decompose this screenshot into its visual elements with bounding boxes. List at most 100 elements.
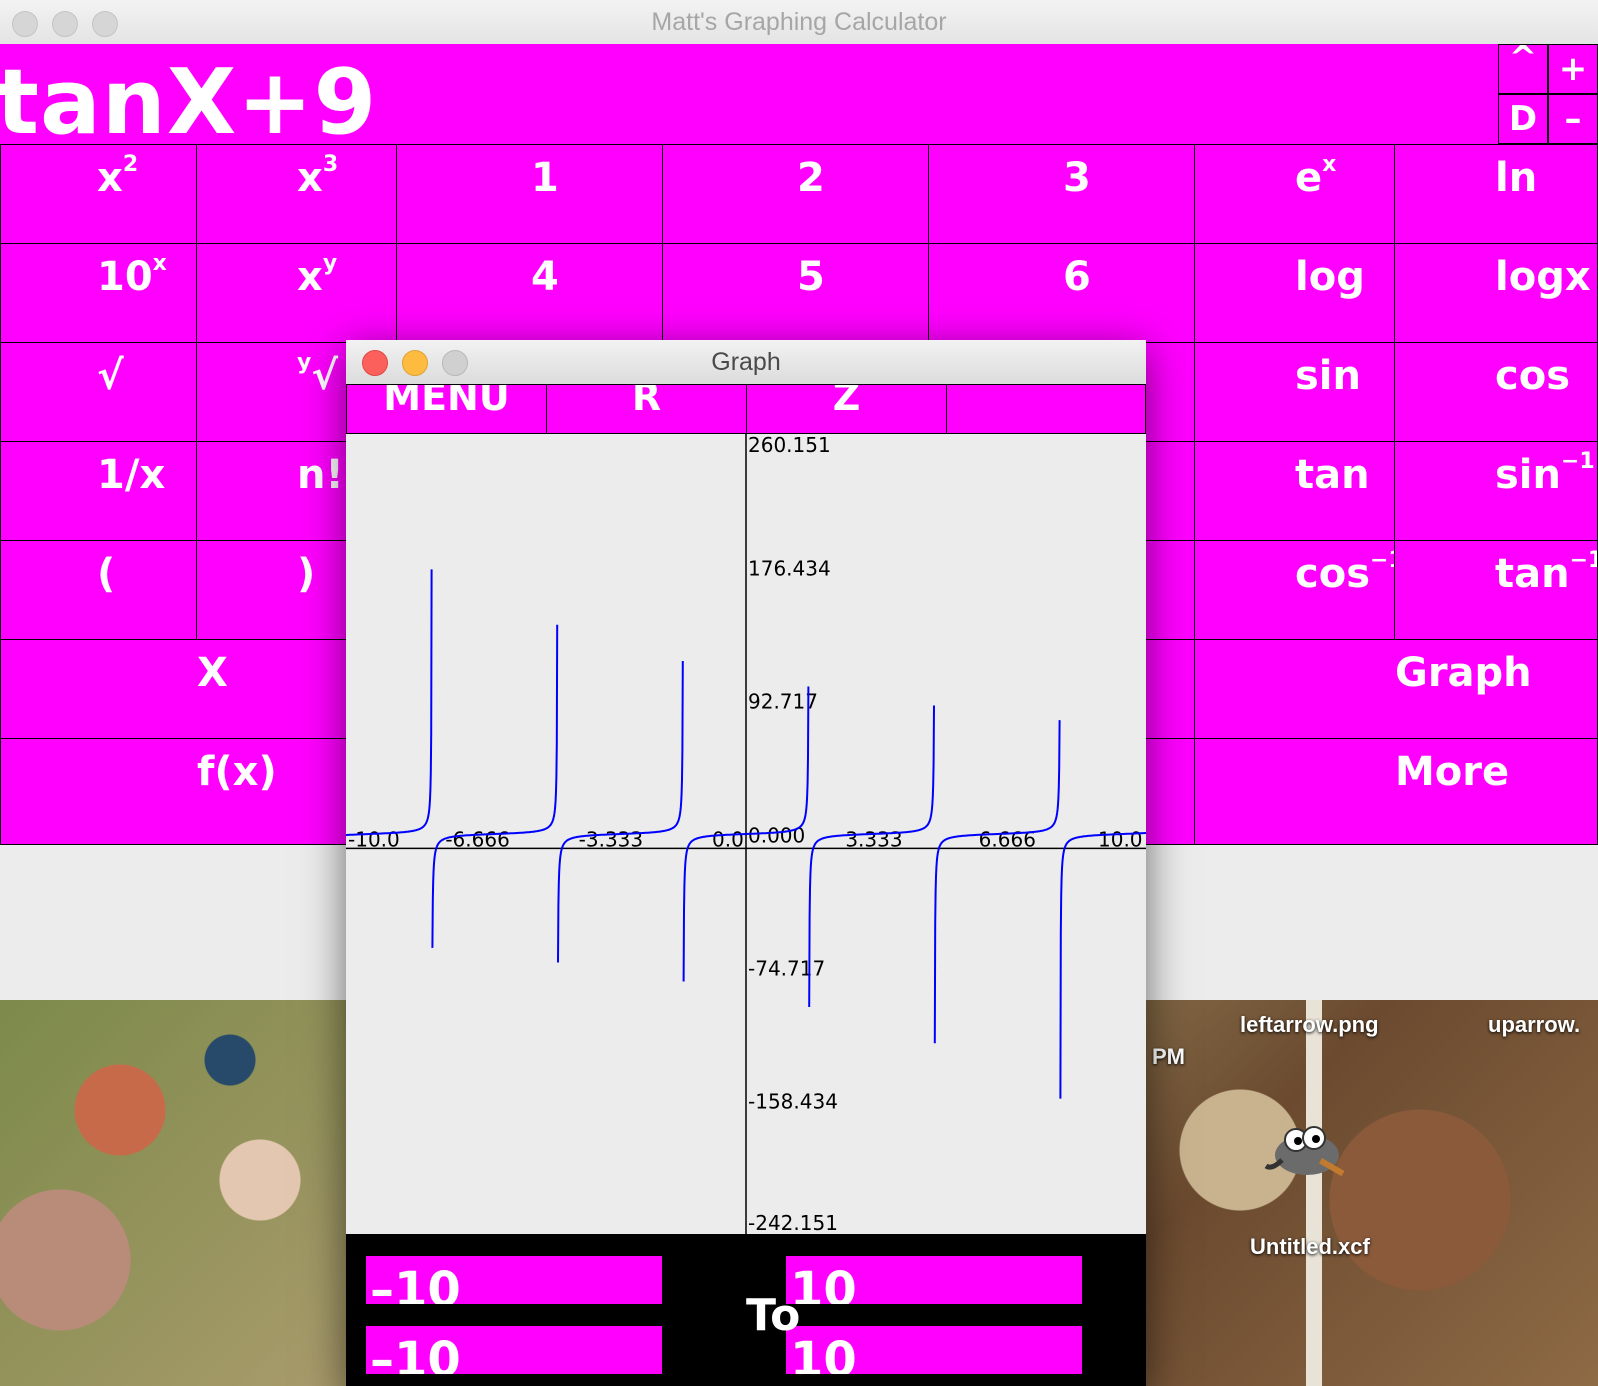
desktop-divider (1306, 1000, 1322, 1386)
key-label: tan (1295, 452, 1370, 498)
desktop-file-leftarrow[interactable]: leftarrow.png (1240, 1012, 1379, 1038)
window-titlebar: Matt's Graphing Calculator (0, 0, 1598, 45)
y-max-field[interactable]: 10 (786, 1326, 1082, 1374)
arccos-button[interactable]: cos−1 (1194, 540, 1395, 640)
minus-button[interactable]: – (1548, 94, 1598, 144)
graph-menu-button[interactable]: MENU (346, 384, 547, 434)
arctan-button[interactable]: tan−1 (1394, 540, 1598, 640)
key-label: sin (1295, 353, 1361, 399)
range-panel: –10 10 –10 10 To (346, 1234, 1146, 1386)
x-max-field[interactable]: 10 (786, 1256, 1082, 1304)
key-superscript: x (1322, 151, 1337, 177)
key-label: ) (297, 551, 316, 597)
x-tick-label: 10.0 (1098, 827, 1143, 851)
key-label: 1 (531, 155, 559, 201)
power-button[interactable]: ^ (1498, 44, 1548, 94)
y-tick-label: -242.151 (748, 1211, 838, 1234)
y-tick-label: -74.717 (748, 956, 825, 980)
key-label: More (1395, 749, 1510, 795)
x-power-y-button[interactable]: xy (196, 243, 397, 343)
to-label: To (746, 1290, 801, 1341)
digit-6-button[interactable]: 6 (928, 243, 1195, 343)
logx-button[interactable]: logx (1394, 243, 1598, 343)
key-superscript: 2 (122, 151, 139, 177)
more-button[interactable]: More (1194, 738, 1598, 845)
key-label: sin (1495, 452, 1561, 498)
graph-button[interactable]: Graph (1194, 639, 1598, 739)
ten-power-button[interactable]: 10x (0, 243, 197, 343)
digit-2-button[interactable]: 2 (662, 144, 929, 244)
graph-zoom-menu-button[interactable]: Z (746, 384, 947, 434)
plus-button[interactable]: + (1548, 44, 1598, 94)
key-label: √ (97, 353, 124, 399)
key-label: 5 (797, 254, 825, 300)
key-label: 3 (1063, 155, 1091, 201)
exp-button[interactable]: ex (1194, 144, 1395, 244)
key-label: n! (297, 452, 344, 498)
desktop-time-label: PM (1152, 1044, 1185, 1069)
graph-plot-area[interactable]: -10.0 -6.666 -3.333 0.0 3.333 6.666 10.0 260.15… (346, 434, 1146, 1234)
y-tick-label: -158.434 (748, 1090, 838, 1114)
key-label: ( (97, 551, 116, 597)
digit-1-button[interactable]: 1 (396, 144, 663, 244)
cos-button[interactable]: cos (1394, 342, 1598, 442)
key-label: X (197, 650, 228, 696)
key-superscript: −1 (1561, 448, 1595, 474)
key-superscript: −1 (1569, 547, 1597, 573)
key-label: x (297, 155, 323, 201)
key-label: √ (311, 353, 339, 399)
desktop-file-uparrow[interactable]: uparrow. (1488, 1012, 1580, 1038)
key-label: 1/x (97, 452, 166, 498)
key-label: ln (1495, 155, 1538, 201)
square-button[interactable]: x2 (0, 144, 197, 244)
log-button[interactable]: log (1194, 243, 1395, 343)
key-label: 4 (531, 254, 559, 300)
graph-window-title: Graph (711, 348, 781, 376)
graph-range-button[interactable]: R (546, 384, 747, 434)
key-label: tan (1495, 551, 1570, 597)
key-label: x (97, 155, 123, 201)
key-label: 6 (1063, 254, 1091, 300)
arcsin-button[interactable]: sin−1 (1394, 441, 1598, 541)
window-title: Matt's Graphing Calculator (651, 8, 947, 36)
digit-3-button[interactable]: 3 (928, 144, 1195, 244)
digit-5-button[interactable]: 5 (662, 243, 929, 343)
left-paren-button[interactable]: ( (0, 540, 197, 640)
key-superscript: 3 (322, 151, 339, 177)
x-tick-label: 6.666 (979, 827, 1036, 851)
key-label: log (1295, 254, 1365, 300)
cube-button[interactable]: x3 (196, 144, 397, 244)
key-label: e (1295, 155, 1323, 201)
key-superscript: −1 (1370, 547, 1394, 573)
key-superscript: y (297, 349, 312, 375)
y-tick-label: 0.000 (748, 823, 805, 847)
x-tick-label: 3.333 (845, 827, 902, 851)
key-label: 2 (797, 155, 825, 201)
key-superscript: x (152, 250, 167, 276)
key-label: cos (1495, 353, 1570, 399)
y-tick-label: 260.151 (748, 434, 831, 457)
key-label: logx (1495, 254, 1591, 300)
x-tick-label: 0.0 (712, 827, 744, 851)
x-min-field[interactable]: –10 (366, 1256, 662, 1304)
key-label: x (297, 254, 323, 300)
graph-blank-menu-button[interactable] (946, 384, 1146, 434)
expression-display: tanX+9 (0, 44, 1498, 146)
delete-button[interactable]: D (1498, 94, 1548, 144)
gimp-file-icon[interactable] (1262, 1110, 1352, 1190)
key-label: f(x) (197, 749, 277, 795)
desktop-file-untitled-xcf[interactable]: Untitled.xcf (1250, 1234, 1370, 1260)
key-label: Graph (1395, 650, 1532, 696)
digit-4-button[interactable]: 4 (396, 243, 663, 343)
key-superscript: y (322, 250, 338, 276)
ln-button[interactable]: ln (1394, 144, 1598, 244)
graph-titlebar: Graph (346, 340, 1146, 385)
y-min-field[interactable]: –10 (366, 1326, 662, 1374)
tan-button[interactable]: tan (1194, 441, 1395, 541)
key-label: 10 (97, 254, 153, 300)
sqrt-button[interactable]: √ (0, 342, 197, 442)
x-tick-label: -3.333 (579, 827, 643, 851)
sin-button[interactable]: sin (1194, 342, 1395, 442)
reciprocal-button[interactable]: 1/x (0, 441, 197, 541)
key-label: cos (1295, 551, 1370, 597)
